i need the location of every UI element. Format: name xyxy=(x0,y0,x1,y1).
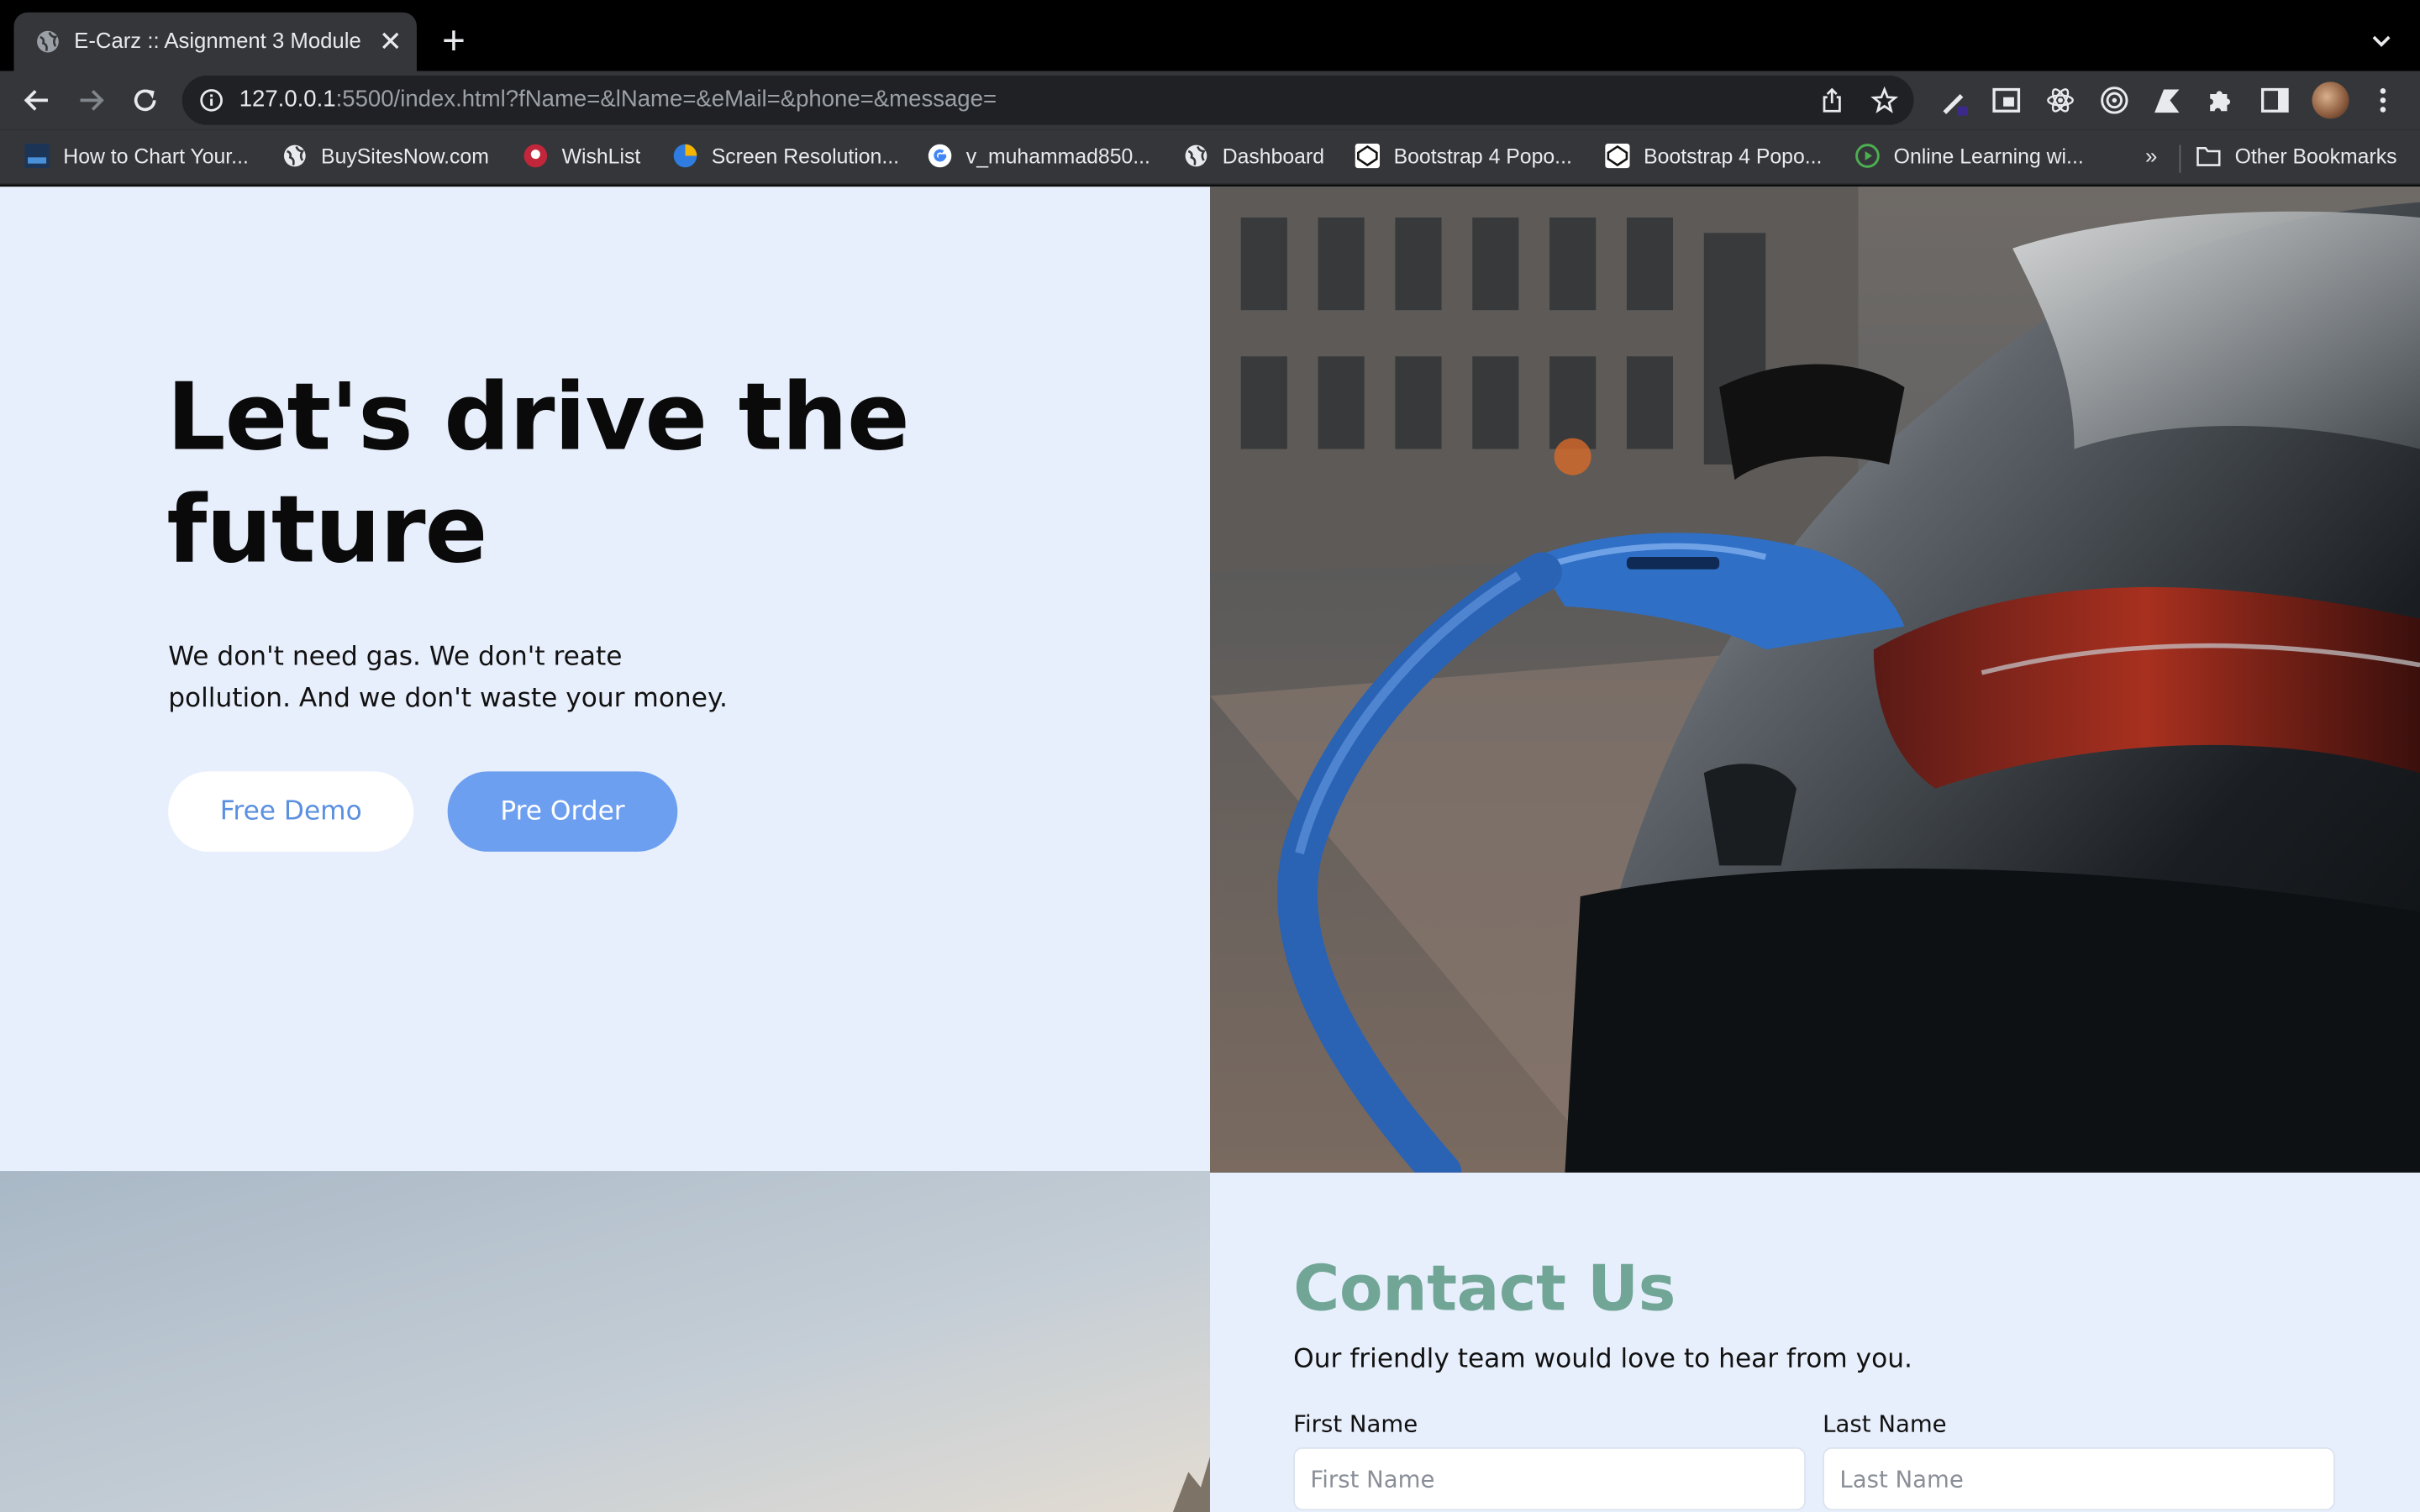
wishlist-icon xyxy=(523,144,548,168)
side-panel-icon[interactable] xyxy=(2260,85,2291,116)
hero-subtitle: We don't need gas. We don't reate pollut… xyxy=(168,642,728,715)
tab-close-icon[interactable]: ✕ xyxy=(375,26,406,57)
menu-kebab-icon[interactable] xyxy=(2370,85,2395,116)
bookmark-item[interactable]: Online Learning wi... xyxy=(1855,144,2084,175)
folder-icon xyxy=(2196,147,2221,166)
flag-extension-icon[interactable] xyxy=(2151,85,2182,116)
bookmarks-bar: How to Chart Your... BuySitesNow.com Wis… xyxy=(0,129,2420,186)
bookmark-label: Screen Resolution... xyxy=(711,144,900,169)
contact-title: Contact Us xyxy=(1293,1251,1676,1326)
back-arrow-icon[interactable] xyxy=(20,83,54,117)
url-path: :5500/index.html?fName=&lName=&eMail=&ph… xyxy=(335,86,997,113)
share-icon[interactable] xyxy=(1818,87,1846,114)
bookmark-item[interactable]: BuySitesNow.com xyxy=(282,144,489,175)
url-host: 127.0.0.1 xyxy=(239,86,336,113)
picture-in-picture-icon[interactable] xyxy=(1991,85,2022,116)
new-tab-icon[interactable]: + xyxy=(434,20,474,62)
last-name-input[interactable] xyxy=(1823,1446,2335,1511)
bookmark-label: WishList xyxy=(561,144,641,169)
sky-landscape-illustration xyxy=(0,1171,1210,1512)
target-extension-icon[interactable] xyxy=(2099,85,2130,116)
first-name-label: First Name xyxy=(1293,1410,1418,1438)
react-devtools-icon[interactable] xyxy=(2045,85,2076,116)
browser-tab[interactable]: E-Carz :: Asignment 3 Module ✕ xyxy=(13,12,417,71)
browser-toolbar: 127.0.0.1:5500/index.html?fName=&lName=&… xyxy=(0,71,2420,130)
globe-icon xyxy=(283,144,306,167)
bookmark-item[interactable]: WishList xyxy=(523,144,641,175)
profile-avatar[interactable] xyxy=(2312,81,2349,119)
hero-section: Let's drive the future We don't need gas… xyxy=(0,186,1210,1172)
screen-resolution-icon xyxy=(673,144,697,168)
google-icon xyxy=(928,144,952,168)
bookmark-label: Dashboard xyxy=(1222,144,1325,169)
play-icon xyxy=(1855,144,1880,168)
address-bar[interactable]: 127.0.0.1:5500/index.html?fName=&lName=&… xyxy=(182,76,1914,125)
contact-subtitle: Our friendly team would love to hear fro… xyxy=(1293,1343,1912,1375)
contact-section: Contact Us Our friendly team would love … xyxy=(1210,1177,2420,1512)
bookmark-item[interactable]: Bootstrap 4 Popo... xyxy=(1605,143,1823,175)
bookmark-label: Online Learning wi... xyxy=(1893,144,2084,169)
site-info-icon[interactable] xyxy=(199,88,224,113)
tab-title: E-Carz :: Asignment 3 Module xyxy=(74,28,361,53)
bookmark-item[interactable]: Bootstrap 4 Popo... xyxy=(1355,143,1572,175)
bookmark-label: BuySitesNow.com xyxy=(321,144,489,169)
bookmark-item[interactable]: How to Chart Your... xyxy=(24,143,249,175)
webstudio-icon xyxy=(24,143,50,169)
tab-strip: E-Carz :: Asignment 3 Module ✕ + xyxy=(0,0,2420,71)
globe-icon xyxy=(1185,144,1207,167)
codepen-icon xyxy=(1355,143,1381,169)
extensions-puzzle-icon[interactable] xyxy=(2206,85,2237,116)
bookmark-label: Bootstrap 4 Popo... xyxy=(1393,144,1572,169)
tab-search-chevron-icon[interactable] xyxy=(2365,24,2398,58)
url-text: 127.0.0.1:5500/index.html?fName=&lName=&… xyxy=(239,87,997,113)
page-content: Let's drive the future We don't need gas… xyxy=(0,186,2420,1512)
bookmark-label: Other Bookmarks xyxy=(2234,144,2397,169)
forward-arrow-icon[interactable] xyxy=(74,83,108,117)
bookmark-item[interactable]: Dashboard xyxy=(1184,144,1324,175)
more-bookmarks-button[interactable]: » xyxy=(2145,144,2157,168)
secondary-image xyxy=(0,1171,1210,1512)
bookmarks-divider xyxy=(2179,144,2181,173)
pre-order-button[interactable]: Pre Order xyxy=(447,771,678,852)
bookmark-item[interactable]: v_muhammad850... xyxy=(928,144,1150,175)
bookmark-label: Bootstrap 4 Popo... xyxy=(1644,144,1823,169)
first-name-input[interactable] xyxy=(1293,1446,1806,1511)
codepen-icon xyxy=(1605,143,1630,169)
bookmark-star-icon[interactable] xyxy=(1870,86,1899,114)
bookmark-item[interactable]: Screen Resolution... xyxy=(673,144,899,175)
reload-icon[interactable] xyxy=(128,83,161,117)
bookmark-label: How to Chart Your... xyxy=(63,144,249,169)
pen-extension-icon[interactable] xyxy=(1939,85,1970,116)
free-demo-button[interactable]: Free Demo xyxy=(168,771,414,852)
other-bookmarks-folder[interactable]: Other Bookmarks xyxy=(2196,144,2397,175)
hero-car-charging-image xyxy=(1210,186,2420,1173)
browser-window: E-Carz :: Asignment 3 Module ✕ + 127.0.0… xyxy=(0,0,2420,1512)
last-name-label: Last Name xyxy=(1823,1410,1947,1438)
hero-title: Let's drive the future xyxy=(166,364,909,585)
bookmark-label: v_muhammad850... xyxy=(965,144,1150,169)
car-charging-illustration xyxy=(1210,186,2420,1173)
globe-icon xyxy=(37,30,59,53)
